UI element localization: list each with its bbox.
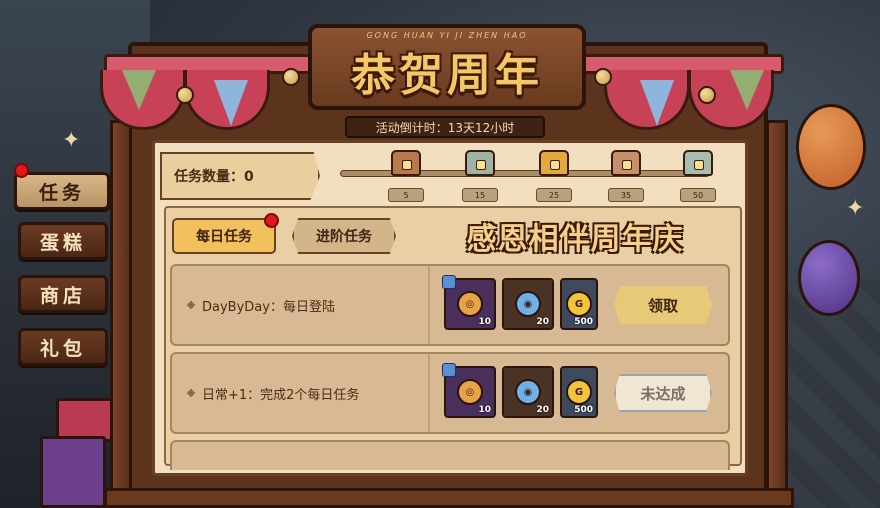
tab-daily-tasks[interactable]: 每日任务 — [172, 218, 276, 254]
reward-slot[interactable]: ◉ 20 — [502, 278, 554, 330]
notification-dot — [14, 163, 29, 178]
sparkle-icon: ✦ — [846, 196, 865, 221]
chest-icon — [465, 150, 495, 176]
chest-icon — [391, 150, 421, 176]
milestone-chest[interactable]: 15 — [462, 150, 498, 202]
sidebar-item-cake[interactable]: 蛋糕 — [18, 222, 108, 260]
purple-balloon-icon — [798, 240, 860, 316]
bullet-icon — [186, 300, 196, 310]
reward-slot[interactable]: G 500 — [560, 366, 598, 418]
bullet-icon — [186, 388, 196, 398]
task-name-text: 日常+1：完成2个每日任务 — [202, 387, 360, 403]
sidebar-item-gift-pack[interactable]: 礼包 — [18, 328, 108, 366]
reward-quantity: 10 — [478, 317, 491, 327]
milestone-label: 5 — [388, 188, 424, 202]
claim-button[interactable]: 领取 — [614, 286, 712, 324]
row-divider — [428, 354, 430, 432]
tab-advanced-tasks[interactable]: 进阶任务 — [292, 218, 396, 254]
milestone-label: 25 — [536, 188, 572, 202]
token-icon: ◎ — [457, 291, 483, 317]
blue-coin-icon: ◉ — [515, 379, 541, 405]
task-name: 日常+1：完成2个每日任务 — [186, 354, 360, 432]
knob-icon — [176, 86, 194, 104]
sidebar-item-tasks[interactable]: 任务 — [14, 172, 110, 210]
anniversary-banner: 感恩相伴周年庆 — [466, 222, 684, 257]
reward-tag-icon — [442, 363, 456, 377]
milestone-label: 35 — [608, 188, 644, 202]
reward-slot[interactable]: G 500 — [560, 278, 598, 330]
page-title: 恭贺周年 — [351, 50, 543, 101]
chest-icon — [611, 150, 641, 176]
reward-quantity: 500 — [574, 317, 593, 327]
task-row: DayByDay：每日登陆 ◎ 10 ◉ 20 G 500 领取 — [170, 264, 730, 346]
reward-quantity: 20 — [536, 317, 549, 327]
milestone-chest[interactable]: 35 — [608, 150, 644, 202]
task-row — [170, 440, 730, 470]
left-post — [110, 120, 132, 508]
pennant-icon — [214, 80, 248, 126]
sidebar-item-label: 商店 — [39, 284, 86, 307]
task-count-text: 任务数量：0 — [174, 169, 254, 185]
reward-tag-icon — [442, 275, 456, 289]
blue-coin-icon: ◉ — [515, 291, 541, 317]
reward-slot[interactable]: ◎ 10 — [442, 363, 496, 418]
board-bottom-bar — [104, 488, 794, 508]
token-icon: ◎ — [457, 379, 483, 405]
event-countdown: 活动倒计时：13天12小时 — [345, 116, 545, 138]
row-divider — [428, 266, 430, 344]
task-name-text: DayByDay：每日登陆 — [202, 299, 335, 315]
milestone-chest[interactable]: 50 — [680, 150, 716, 202]
sidebar-item-shop[interactable]: 商店 — [18, 275, 108, 313]
gift-box-icon — [40, 436, 106, 508]
not-achieved-button[interactable]: 未达成 — [614, 374, 712, 412]
knob-icon — [594, 68, 612, 86]
title-subtext: GONG HUAN YI JI ZHEN HAO — [366, 31, 528, 40]
task-count-label: 任务数量：0 — [160, 152, 320, 200]
button-label: 领取 — [647, 296, 678, 315]
reward-quantity: 10 — [478, 405, 491, 415]
reward-slot[interactable]: ◉ 20 — [502, 366, 554, 418]
chest-icon — [539, 150, 569, 176]
right-post — [766, 120, 788, 508]
pennant-icon — [730, 70, 764, 110]
notification-dot — [264, 213, 279, 228]
sidebar-item-label: 任务 — [38, 181, 85, 204]
task-row: 日常+1：完成2个每日任务 ◎ 10 ◉ 20 G 500 未达成 — [170, 352, 730, 434]
gold-coin-icon: G — [566, 379, 592, 405]
tab-label: 进阶任务 — [316, 229, 372, 245]
pennant-icon — [122, 70, 156, 110]
reward-quantity: 500 — [574, 405, 593, 415]
knob-icon — [698, 86, 716, 104]
sidebar-item-label: 蛋糕 — [39, 231, 86, 254]
task-name: DayByDay：每日登陆 — [186, 266, 335, 344]
tab-label: 每日任务 — [196, 229, 252, 245]
milestone-chest[interactable]: 25 — [536, 150, 572, 202]
title-sign: GONG HUAN YI JI ZHEN HAO 恭贺周年 — [308, 24, 586, 110]
button-label: 未达成 — [640, 384, 686, 403]
milestone-chest[interactable]: 5 — [388, 150, 424, 202]
orange-balloon-icon — [796, 104, 866, 190]
pennant-icon — [640, 80, 674, 126]
sidebar-item-label: 礼包 — [39, 337, 86, 360]
gold-coin-icon: G — [566, 291, 592, 317]
milestone-label: 15 — [462, 188, 498, 202]
reward-quantity: 20 — [536, 405, 549, 415]
chest-icon — [683, 150, 713, 176]
sparkle-icon: ✦ — [62, 128, 81, 153]
reward-slot[interactable]: ◎ 10 — [442, 275, 496, 330]
milestone-label: 50 — [680, 188, 716, 202]
knob-icon — [282, 68, 300, 86]
